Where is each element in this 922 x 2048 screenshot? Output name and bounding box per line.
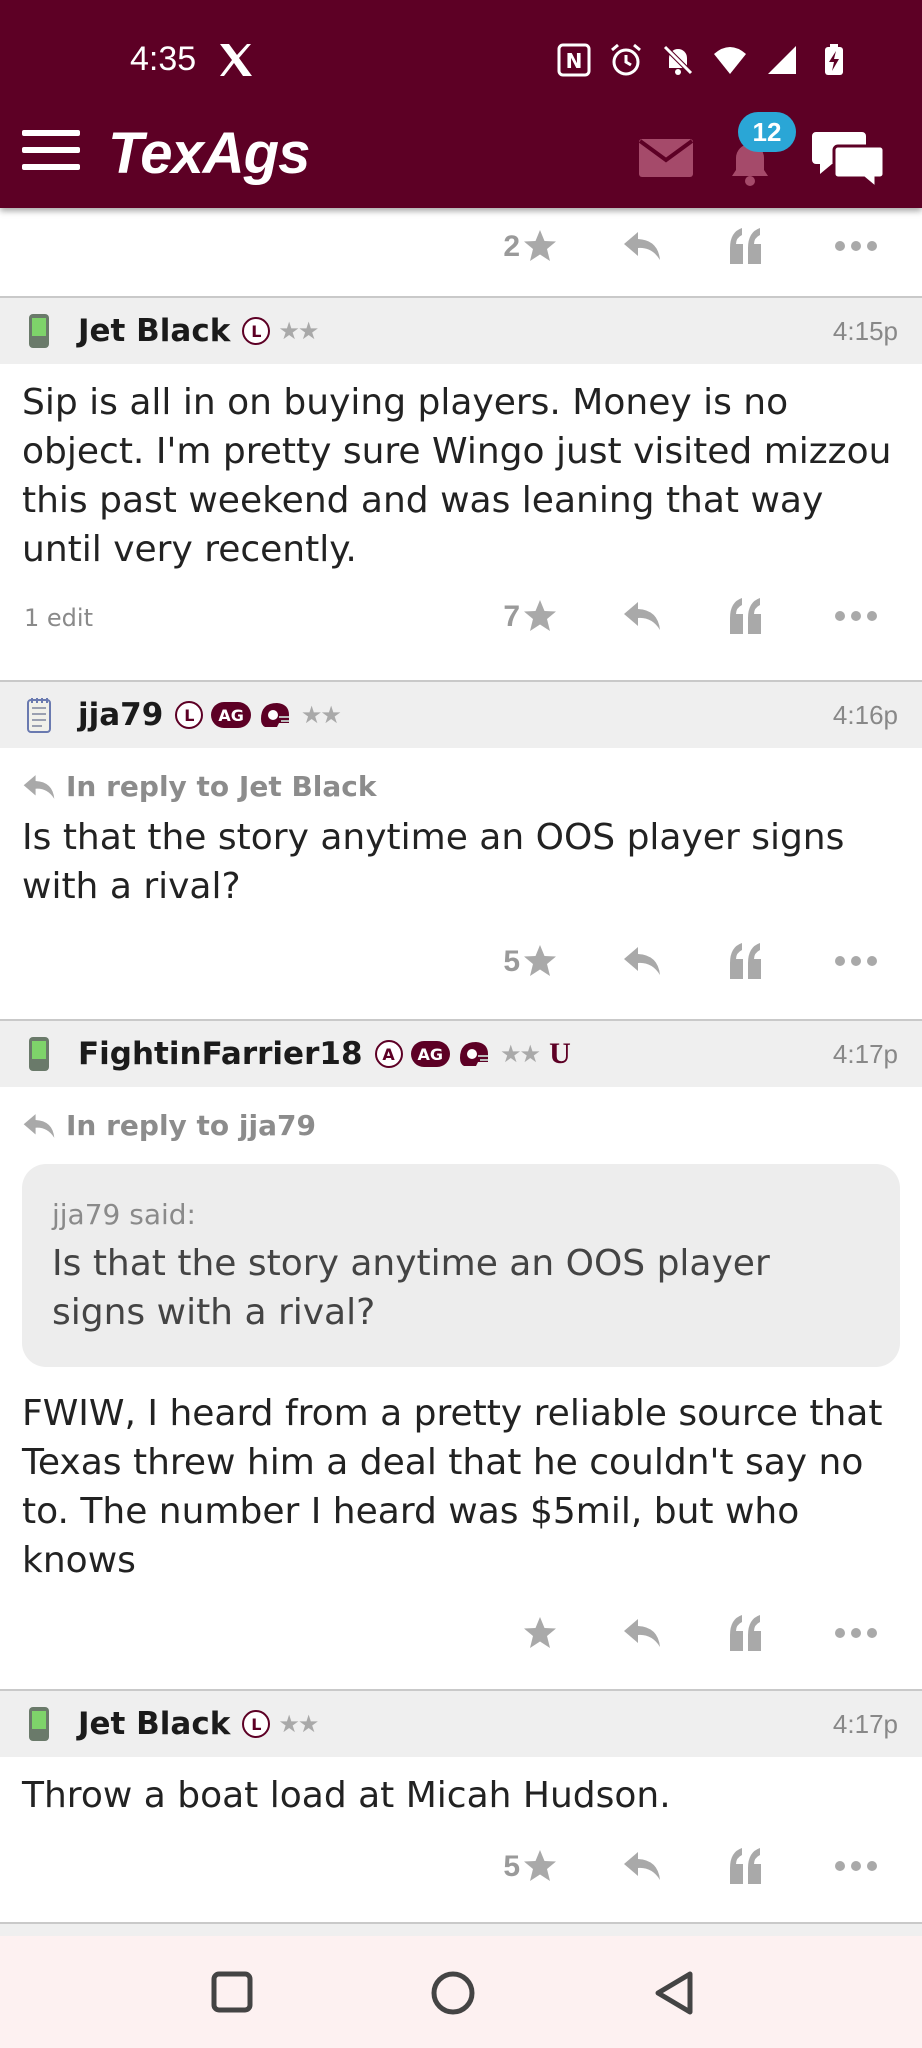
more-icon[interactable] (834, 610, 878, 622)
post: Jet Black L ★★ 4:15p Sip is all in on bu… (0, 298, 922, 680)
reply-to-link[interactable]: In reply to jja79 (0, 1087, 922, 1142)
rating-stars: ★★ (500, 1040, 541, 1068)
reply-to-link[interactable]: In reply to Jet Black (0, 748, 922, 803)
reply-icon[interactable] (622, 1617, 662, 1649)
post-body: Sip is all in on buying players. Money i… (22, 382, 892, 570)
post-body: Is that the story anytime an OOS player … (22, 817, 845, 907)
recent-apps-icon[interactable] (210, 1970, 254, 2014)
post: FightinFarrier18 A AG ★★ U 4:17p In repl… (0, 1021, 922, 1689)
post-header: FightinFarrier18 A AG ★★ U 4:17p (0, 1021, 922, 1087)
ag-badge: AG (410, 1041, 451, 1067)
thread-feed: 2 Jet Black L ★★ 4:15p Sip is all in on … (0, 208, 922, 1990)
quote-text: Is that the story anytime an OOS player … (52, 1243, 770, 1333)
quoted-post: jja79 said: Is that the story anytime an… (22, 1164, 900, 1367)
system-nav-bar (0, 1936, 922, 2048)
reply-to-text: In reply to Jet Black (66, 770, 377, 803)
notepad-icon (27, 698, 51, 733)
role-badge: A (374, 1040, 403, 1068)
mobile-phone-icon (29, 1037, 49, 1071)
rating-stars: ★★ (278, 317, 319, 345)
home-icon[interactable] (430, 1970, 476, 2016)
reply-icon[interactable] (622, 945, 662, 977)
star-count: 2 (503, 230, 520, 263)
mobile-phone-icon (29, 314, 49, 348)
signal-icon (768, 46, 796, 74)
ag-badge: AG (211, 702, 251, 728)
status-icons: N (556, 42, 852, 78)
mail-icon[interactable] (638, 138, 694, 178)
star-count: 5 (503, 1850, 520, 1883)
post-header: Jet Black L ★★ 4:15p (0, 298, 922, 364)
notification-count-badge[interactable]: 12 (738, 112, 796, 152)
quote-author: jja79 said: (52, 1198, 196, 1231)
more-icon[interactable] (834, 240, 878, 252)
reply-arrow-icon (23, 774, 55, 799)
more-icon[interactable] (834, 955, 878, 967)
reply-to-text: In reply to jja79 (66, 1109, 316, 1142)
wifi-icon (714, 47, 746, 74)
star-icon[interactable] (522, 598, 558, 634)
post: Jet Black L ★★ 4:17p Throw a boat load a… (0, 1691, 922, 1922)
menu-icon[interactable] (22, 130, 80, 176)
chat-icon[interactable] (812, 126, 888, 190)
alarm-icon (611, 43, 641, 76)
quote-icon[interactable] (726, 596, 766, 636)
battery-icon (825, 44, 843, 75)
quote-icon[interactable] (726, 1846, 766, 1886)
post-actions: 1 edit 7 (0, 574, 922, 680)
edit-note[interactable]: 1 edit (24, 604, 93, 632)
post-actions: 5 (0, 911, 922, 1019)
post-time[interactable]: 4:17p (833, 1709, 898, 1740)
post: jja79 L AG ★★ 4:16p In reply to Jet Blac… (0, 682, 922, 1019)
post-actions: 2 (0, 208, 922, 296)
star-icon[interactable] (522, 943, 558, 979)
helmet-icon (260, 703, 289, 727)
reply-icon[interactable] (622, 600, 662, 632)
svg-text:N: N (566, 49, 583, 73)
mute-icon (663, 45, 693, 75)
role-badge: L (242, 1710, 271, 1738)
back-icon[interactable] (652, 1970, 696, 2016)
username[interactable]: Jet Black (78, 313, 230, 349)
nfc-icon: N (557, 43, 591, 77)
rating-stars: ★★ (278, 1710, 319, 1738)
star-icon[interactable] (522, 228, 558, 264)
status-time: 4:35 (130, 40, 197, 78)
post-body: Throw a boat load at Micah Hudson. (22, 1775, 671, 1816)
role-badge: L (175, 701, 204, 729)
post-time[interactable]: 4:15p (833, 316, 898, 347)
reply-icon[interactable] (622, 230, 662, 262)
rating-stars: ★★ (300, 701, 342, 729)
brand-logo[interactable]: TexAgs (108, 120, 310, 187)
star-icon[interactable] (522, 1848, 558, 1884)
star-icon[interactable] (522, 1615, 558, 1651)
x-app-icon (220, 44, 252, 76)
post-time[interactable]: 4:16p (833, 700, 898, 731)
top-nav: TexAgs 12 (0, 112, 922, 208)
quote-icon[interactable] (726, 226, 766, 266)
post-time[interactable]: 4:17p (833, 1039, 898, 1070)
status-bar: 4:35 N (0, 0, 922, 112)
username[interactable]: Jet Black (78, 1706, 230, 1742)
post-actions: 5 (0, 1820, 922, 1922)
role-badge: L (242, 317, 271, 345)
app-bar: 4:35 N TexAgs 12 (0, 0, 922, 208)
star-count: 5 (503, 945, 520, 978)
username[interactable]: FightinFarrier18 (78, 1036, 363, 1072)
username[interactable]: jja79 (78, 697, 163, 733)
star-count: 7 (503, 600, 520, 633)
quote-icon[interactable] (726, 941, 766, 981)
more-icon[interactable] (834, 1860, 878, 1872)
more-icon[interactable] (834, 1627, 878, 1639)
quote-icon[interactable] (726, 1613, 766, 1653)
u-logo-badge: U (549, 1037, 571, 1070)
reply-arrow-icon (23, 1113, 55, 1138)
post-header: jja79 L AG ★★ 4:16p (0, 682, 922, 748)
post-actions (0, 1585, 922, 1689)
reply-icon[interactable] (622, 1850, 662, 1882)
post-body: FWIW, I heard from a pretty reliable sou… (22, 1393, 883, 1581)
helmet-icon (460, 1042, 489, 1066)
mobile-phone-icon (29, 1707, 49, 1741)
post-header: Jet Black L ★★ 4:17p (0, 1691, 922, 1757)
